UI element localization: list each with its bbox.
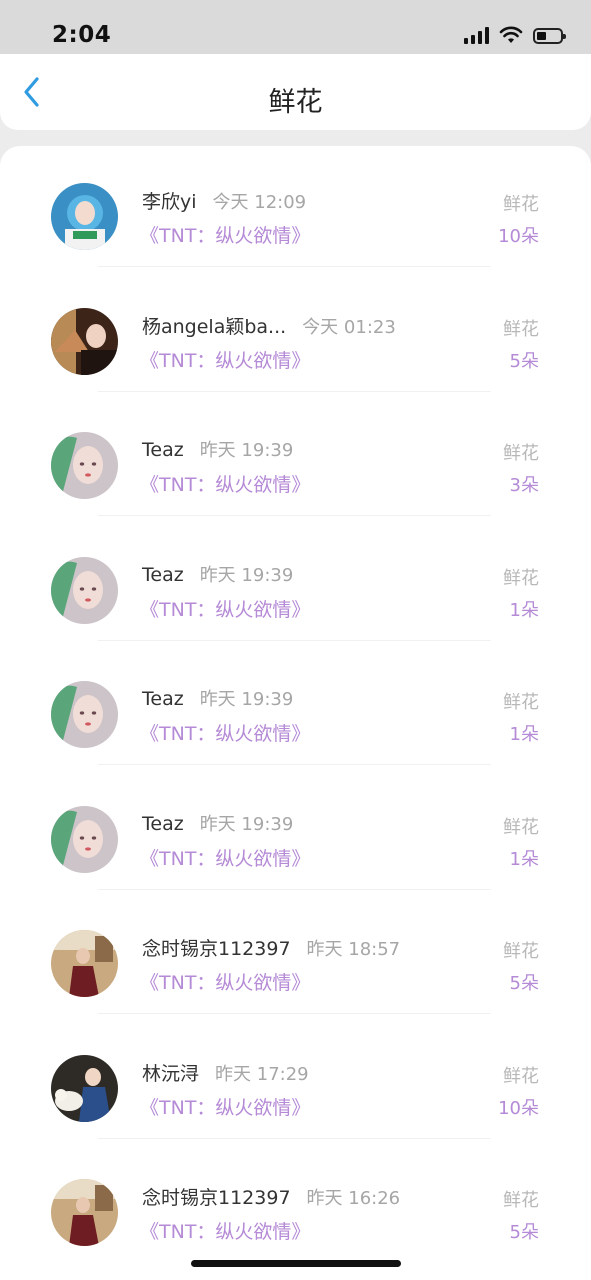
gift-count: 1朵 bbox=[509, 848, 539, 870]
divider bbox=[98, 639, 491, 641]
gift-time: 昨天 19:39 bbox=[199, 440, 294, 461]
wifi-icon bbox=[499, 26, 523, 43]
book-title[interactable]: 《TNT：纵火欲情》 bbox=[140, 470, 310, 497]
gift-time: 今天 12:09 bbox=[212, 192, 307, 213]
cellular-signal-icon bbox=[464, 26, 489, 44]
book-title[interactable]: 《TNT：纵火欲情》 bbox=[140, 346, 310, 373]
book-title[interactable]: 《TNT：纵火欲情》 bbox=[140, 844, 310, 871]
gift-time: 昨天 16:26 bbox=[306, 1188, 401, 1209]
user-name[interactable]: Teaz bbox=[142, 688, 184, 710]
header: 鲜花 bbox=[0, 54, 591, 130]
user-name[interactable]: 念时锡京112397 bbox=[142, 934, 291, 961]
list-item[interactable]: 念时锡京112397 昨天 16:26 《TNT：纵火欲情》 鲜花 5朵 bbox=[0, 1142, 591, 1267]
divider bbox=[98, 390, 491, 392]
divider bbox=[98, 515, 491, 516]
gift-type-label: 鲜花 bbox=[503, 692, 539, 713]
divider bbox=[98, 266, 491, 267]
list-item[interactable]: Teaz 昨天 19:39 《TNT：纵火欲情》 鲜花 1朵 bbox=[0, 769, 591, 894]
user-name[interactable]: 李欣yi bbox=[142, 187, 197, 214]
avatar[interactable] bbox=[51, 183, 118, 250]
user-name[interactable]: Teaz bbox=[142, 439, 184, 461]
gift-type-label: 鲜花 bbox=[503, 816, 539, 838]
gift-count: 1朵 bbox=[509, 724, 539, 745]
book-title[interactable]: 《TNT：纵火欲情》 bbox=[140, 221, 310, 248]
book-title[interactable]: 《TNT：纵火欲情》 bbox=[140, 1217, 310, 1244]
gift-type-label: 鲜花 bbox=[503, 1190, 539, 1211]
status-bar: 2:04 bbox=[0, 0, 591, 54]
avatar[interactable] bbox=[51, 556, 118, 624]
list-item[interactable]: Teaz 昨天 19:39 《TNT：纵火欲情》 鲜花 1朵 bbox=[0, 520, 591, 645]
list-item[interactable]: 林沅浔 昨天 17:29 《TNT：纵火欲情》 鲜花 10朵 bbox=[0, 1018, 591, 1143]
avatar[interactable] bbox=[51, 1179, 118, 1246]
gift-count: 10朵 bbox=[498, 226, 539, 247]
avatar[interactable] bbox=[51, 805, 118, 873]
gift-time: 今天 01:23 bbox=[302, 316, 396, 338]
gift-count: 5朵 bbox=[509, 1222, 539, 1243]
gift-count: 3朵 bbox=[509, 475, 539, 496]
gift-record-list: 李欣yi 今天 12:09 《TNT：纵火欲情》 鲜花 10朵 杨angela颖… bbox=[0, 146, 591, 1280]
gift-type-label: 鲜花 bbox=[503, 443, 539, 464]
gift-time: 昨天 17:29 bbox=[215, 1063, 309, 1085]
gift-count: 5朵 bbox=[509, 350, 539, 372]
divider bbox=[98, 1137, 491, 1139]
avatar[interactable] bbox=[51, 307, 118, 375]
home-indicator[interactable] bbox=[191, 1260, 401, 1267]
gift-time: 昨天 19:39 bbox=[199, 564, 294, 586]
user-name[interactable]: 林沅浔 bbox=[142, 1059, 199, 1086]
list-item[interactable]: Teaz 昨天 19:39 《TNT：纵火欲情》 鲜花 1朵 bbox=[0, 644, 591, 769]
gift-count: 1朵 bbox=[509, 599, 539, 621]
book-title[interactable]: 《TNT：纵火欲情》 bbox=[140, 968, 310, 995]
list-item[interactable]: Teaz 昨天 19:39 《TNT：纵火欲情》 鲜花 3朵 bbox=[0, 395, 591, 520]
user-name[interactable]: 念时锡京112397 bbox=[142, 1183, 291, 1210]
book-title[interactable]: 《TNT：纵火欲情》 bbox=[140, 719, 310, 746]
gift-type-label: 鲜花 bbox=[503, 318, 539, 340]
user-name[interactable]: 杨angela颖ba... bbox=[142, 312, 286, 339]
list-item[interactable]: 李欣yi 今天 12:09 《TNT：纵火欲情》 鲜花 10朵 bbox=[0, 146, 591, 271]
list-item[interactable]: 念时锡京112397 昨天 18:57 《TNT：纵火欲情》 鲜花 5朵 bbox=[0, 893, 591, 1018]
gift-type-label: 鲜花 bbox=[503, 1065, 539, 1087]
gift-count: 5朵 bbox=[509, 973, 539, 994]
gift-type-label: 鲜花 bbox=[503, 567, 539, 589]
avatar[interactable] bbox=[51, 930, 118, 997]
user-name[interactable]: Teaz bbox=[142, 813, 184, 835]
status-time: 2:04 bbox=[52, 22, 112, 48]
user-name[interactable]: Teaz bbox=[142, 564, 184, 586]
gift-type-label: 鲜花 bbox=[503, 941, 539, 962]
page-title: 鲜花 bbox=[268, 87, 323, 118]
list-item[interactable]: 杨angela颖ba... 今天 01:23 《TNT：纵火欲情》 鲜花 5朵 bbox=[0, 271, 591, 396]
gift-time: 昨天 19:39 bbox=[199, 813, 294, 835]
status-icons bbox=[464, 26, 566, 44]
divider bbox=[98, 1013, 491, 1014]
divider bbox=[98, 764, 491, 765]
gift-count: 10朵 bbox=[498, 1097, 539, 1119]
book-title[interactable]: 《TNT：纵火欲情》 bbox=[140, 1093, 310, 1120]
divider bbox=[98, 888, 491, 890]
avatar[interactable] bbox=[51, 432, 118, 499]
gift-time: 昨天 19:39 bbox=[199, 689, 294, 710]
gift-time: 昨天 18:57 bbox=[306, 939, 401, 960]
gift-type-label: 鲜花 bbox=[503, 194, 539, 215]
avatar[interactable] bbox=[51, 1054, 118, 1122]
book-title[interactable]: 《TNT：纵火欲情》 bbox=[140, 595, 310, 622]
battery-icon bbox=[533, 28, 566, 44]
avatar[interactable] bbox=[51, 681, 118, 748]
